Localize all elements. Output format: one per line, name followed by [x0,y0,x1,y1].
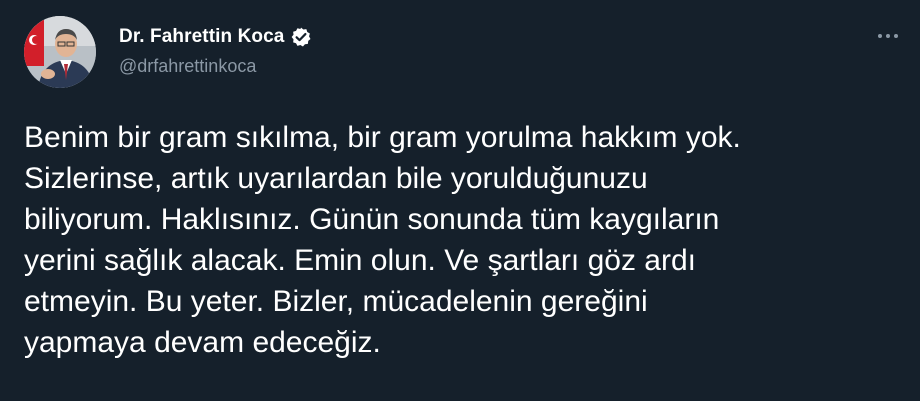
name-row: Dr. Fahrettin Koca [119,24,312,50]
tweet-text-line: Benim bir gram sıkılma, bir gram yorulma… [24,121,741,154]
tweet-text-line: yerini sağlık alacak. Emin olun. Ve şart… [24,244,696,277]
display-name[interactable]: Dr. Fahrettin Koca [119,26,284,48]
avatar-photo [24,16,96,88]
tweet-text-line: Sizlerinse, artık uyarılardan bile yorul… [24,162,648,195]
avatar[interactable] [24,16,96,88]
author-block: Dr. Fahrettin Koca @drfahrettinkoca [119,24,312,77]
tweet-card: Dr. Fahrettin Koca @drfahrettinkoca Beni… [0,0,920,401]
more-options-icon[interactable] [872,24,904,48]
tweet-text-line: etmeyin. Bu yeter. Bizler, mücadelenin g… [24,285,648,318]
tweet-text: Benim bir gram sıkılma, bir gram yorulma… [24,117,904,363]
tweet-text-line: biliyorum. Haklısınız. Günün sonunda tüm… [24,203,720,236]
tweet-text-line: yapmaya devam edeceğiz. [24,326,381,359]
verified-badge-icon [290,26,312,48]
user-handle[interactable]: @drfahrettinkoca [119,56,312,77]
